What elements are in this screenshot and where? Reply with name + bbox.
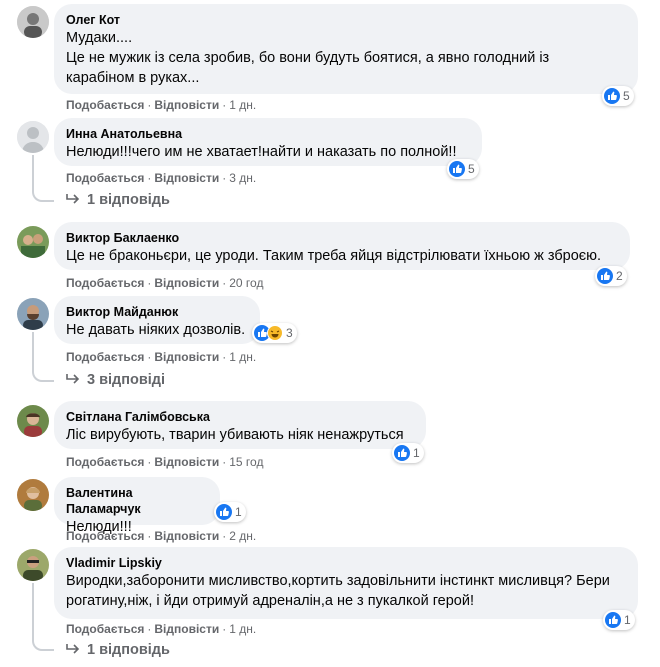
comment-author[interactable]: Світлана Галімбовська bbox=[66, 409, 414, 425]
comment-text: Ліс вирубують, тварин убивають ніяк нена… bbox=[66, 427, 404, 443]
comment-time[interactable]: 1 дн. bbox=[229, 98, 256, 112]
avatar[interactable] bbox=[17, 226, 49, 258]
comment-time[interactable]: 1 дн. bbox=[229, 622, 256, 636]
thumbs-up-icon bbox=[597, 268, 613, 284]
thumbs-up-icon bbox=[605, 612, 621, 628]
like-link[interactable]: Подобається bbox=[66, 171, 144, 185]
comment-text: Не давать ніяких дозволів. bbox=[66, 322, 246, 338]
comment-author[interactable]: Валентина Паламарчук bbox=[66, 485, 208, 517]
comment-meta: Подобається · Відповісти · 1 дн. bbox=[66, 622, 257, 636]
comment-bubble: Виктор Майданюк Не давать ніяких дозволі… bbox=[54, 296, 260, 344]
comment-time[interactable]: 3 дн. bbox=[229, 171, 256, 185]
comment-bubble: Vladimir Lipskiy Виродки,заборонити мисл… bbox=[54, 547, 638, 619]
comment-bubble: Світлана Галімбовська Ліс вирубують, тва… bbox=[54, 401, 426, 449]
comment-author[interactable]: Виктор Майданюк bbox=[66, 304, 248, 320]
laughing-face-icon bbox=[267, 325, 283, 341]
view-replies-link[interactable]: 3 відповіді bbox=[66, 372, 165, 388]
reply-link[interactable]: Відповісти bbox=[154, 276, 219, 290]
comment-text: Це не браконьєри, це уроди. Таким треба … bbox=[66, 248, 602, 264]
reaction-count[interactable]: 1 bbox=[603, 610, 635, 630]
comment-text: Нелюди!!!чего им не хватает!найти и нака… bbox=[66, 144, 457, 160]
reaction-count[interactable]: 1 bbox=[214, 502, 246, 522]
reply-link[interactable]: Відповісти bbox=[154, 455, 219, 469]
reaction-count[interactable]: 2 bbox=[595, 266, 627, 286]
reaction-count[interactable]: 5 bbox=[447, 159, 479, 179]
comment-author[interactable]: Vladimir Lipskiy bbox=[66, 555, 626, 571]
comment-bubble: Виктор Баклаенко Це не браконьєри, це ур… bbox=[54, 222, 630, 270]
view-replies-link[interactable]: 1 відповідь bbox=[66, 192, 170, 208]
comment-time[interactable]: 2 дн. bbox=[229, 529, 256, 543]
thumbs-up-icon bbox=[394, 445, 410, 461]
reply-arrow-icon bbox=[66, 372, 80, 388]
thumbs-up-icon bbox=[216, 504, 232, 520]
view-replies-link[interactable]: 1 відповідь bbox=[66, 642, 170, 658]
comment-meta: Подобається · Відповісти · 2 дн. bbox=[66, 529, 257, 543]
like-link[interactable]: Подобається bbox=[66, 276, 144, 290]
avatar[interactable] bbox=[17, 121, 49, 153]
comment-time[interactable]: 15 год bbox=[229, 455, 263, 469]
avatar[interactable] bbox=[17, 405, 49, 437]
comment-author[interactable]: Олег Кот bbox=[66, 12, 626, 28]
comment-meta: Подобається · Відповісти · 20 год bbox=[66, 276, 264, 290]
comment-time[interactable]: 20 год bbox=[229, 276, 263, 290]
comment-meta: Подобається · Відповісти · 15 год bbox=[66, 455, 264, 469]
thread-line bbox=[32, 155, 54, 202]
reply-arrow-icon bbox=[66, 192, 80, 208]
comment-text: Мудаки.... Це не мужик із села зробив, б… bbox=[66, 30, 550, 86]
comment-bubble: Валентина Паламарчук Нелюди!!! bbox=[54, 477, 220, 535]
comment-meta: Подобається · Відповісти · 1 дн. bbox=[66, 98, 257, 112]
like-link[interactable]: Подобається bbox=[66, 98, 144, 112]
comment-bubble: Инна Анатольевна Нелюди!!!чего им не хва… bbox=[54, 118, 482, 166]
reply-link[interactable]: Відповісти bbox=[154, 622, 219, 636]
like-link[interactable]: Подобається bbox=[66, 622, 144, 636]
reaction-count[interactable]: 1 bbox=[392, 443, 424, 463]
reply-link[interactable]: Відповісти bbox=[154, 529, 219, 543]
reply-link[interactable]: Відповісти bbox=[154, 350, 219, 364]
avatar[interactable] bbox=[17, 549, 49, 581]
thumbs-up-icon bbox=[449, 161, 465, 177]
reply-link[interactable]: Відповісти bbox=[154, 171, 219, 185]
comment-author[interactable]: Виктор Баклаенко bbox=[66, 230, 618, 246]
like-link[interactable]: Подобається bbox=[66, 350, 144, 364]
reply-arrow-icon bbox=[66, 642, 80, 658]
comment-bubble: Олег Кот Мудаки.... Це не мужик із села … bbox=[54, 4, 638, 94]
comment-text: Виродки,заборонити мисливство,кортить за… bbox=[66, 573, 610, 609]
like-link[interactable]: Подобається bbox=[66, 529, 144, 543]
avatar[interactable] bbox=[17, 6, 49, 38]
comment-meta: Подобається · Відповісти · 3 дн. bbox=[66, 171, 257, 185]
reply-link[interactable]: Відповісти bbox=[154, 98, 219, 112]
thread-line bbox=[32, 332, 54, 382]
avatar[interactable] bbox=[17, 298, 49, 330]
avatar[interactable] bbox=[17, 479, 49, 511]
comment-author[interactable]: Инна Анатольевна bbox=[66, 126, 470, 142]
thread-line bbox=[32, 583, 54, 651]
like-link[interactable]: Подобається bbox=[66, 455, 144, 469]
thumbs-up-icon bbox=[604, 88, 620, 104]
reaction-count[interactable]: 3 bbox=[252, 323, 297, 343]
reaction-count[interactable]: 5 bbox=[602, 86, 634, 106]
comment-time[interactable]: 1 дн. bbox=[229, 350, 256, 364]
comment-meta: Подобається · Відповісти · 1 дн. bbox=[66, 350, 257, 364]
